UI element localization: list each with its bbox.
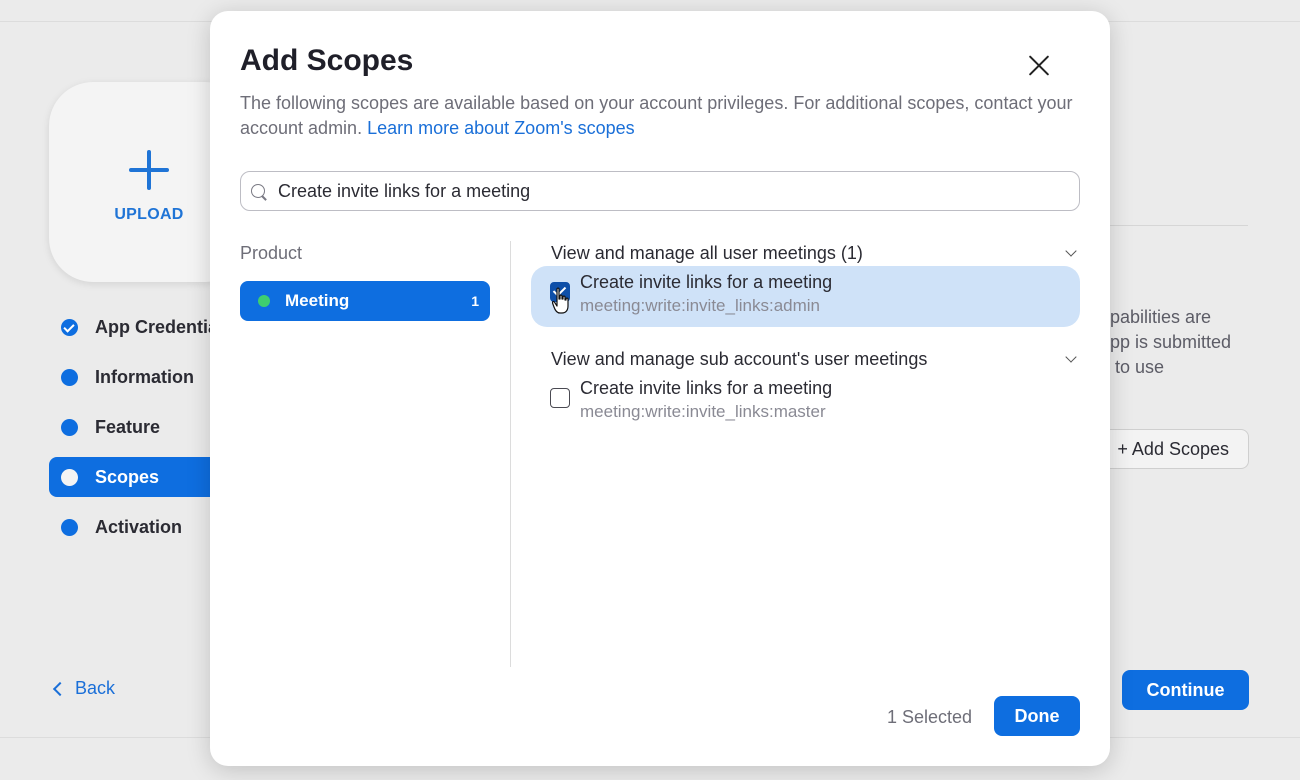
check-circle-icon: [61, 319, 78, 336]
info-line: e to use: [1100, 357, 1165, 377]
dialog-description: The following scopes are available based…: [240, 91, 1080, 141]
scope-group-title[interactable]: View and manage all user meetings (1): [551, 243, 1071, 264]
step-dot-icon: [61, 519, 78, 536]
nav-item-label: Feature: [95, 416, 161, 437]
search-icon: [250, 183, 268, 201]
info-line: app is submitted: [1100, 332, 1232, 352]
product-heading: Product: [240, 243, 303, 263]
pointer-cursor-icon: [552, 287, 569, 314]
status-dot-icon: [258, 295, 270, 307]
scope-row[interactable]: Create invite links for a meeting meetin…: [531, 372, 1080, 433]
product-count-badge: 1: [471, 293, 479, 309]
scope-name: Create invite links for a meeting: [580, 272, 833, 292]
product-name: Meeting: [285, 291, 350, 310]
nav-item-information[interactable]: Information: [49, 357, 219, 397]
learn-more-link[interactable]: Learn more about Zoom's scopes: [367, 118, 635, 138]
nav-item-app-credentials[interactable]: App Credentials: [49, 307, 219, 347]
selected-count: 1 Selected: [887, 707, 973, 727]
nav-item-activation[interactable]: Activation: [49, 507, 219, 547]
step-dot-icon: [61, 469, 78, 486]
close-icon[interactable]: [1026, 53, 1052, 79]
divider: [1100, 225, 1248, 226]
vertical-divider: [510, 241, 511, 667]
dialog-title: Add Scopes: [240, 44, 414, 77]
scope-row[interactable]: Create invite links for a meeting meetin…: [531, 266, 1080, 327]
add-scopes-dialog: Add Scopes The following scopes are avai…: [210, 11, 1110, 766]
plus-icon: [129, 150, 169, 190]
nav-item-label: Activation: [95, 516, 183, 537]
product-item-meeting[interactable]: Meeting 1: [240, 281, 490, 321]
scope-group-title[interactable]: View and manage sub account's user meeti…: [551, 349, 1071, 370]
nav-item-label: Information: [95, 366, 194, 387]
back-label: Back: [75, 678, 116, 698]
nav-item-scopes[interactable]: Scopes: [49, 457, 219, 497]
back-link[interactable]: Back: [52, 678, 115, 699]
info-line: apabilities are: [1100, 307, 1212, 327]
scope-checkbox[interactable]: [550, 388, 570, 408]
chevron-left-icon: [52, 681, 68, 696]
step-dot-icon: [61, 419, 78, 436]
continue-button[interactable]: Continue: [1122, 670, 1249, 710]
scope-code: meeting:write:invite_links:master: [580, 402, 826, 421]
scope-name: Create invite links for a meeting: [580, 378, 833, 398]
scope-code: meeting:write:invite_links:admin: [580, 296, 820, 315]
done-button[interactable]: Done: [994, 696, 1080, 736]
step-dot-icon: [61, 369, 78, 386]
scopes-info-text: apabilities are app is submitted e to us…: [1100, 305, 1300, 380]
search-input[interactable]: Create invite links for a meeting: [240, 171, 1080, 211]
search-value: Create invite links for a meeting: [278, 180, 531, 201]
nav-item-feature[interactable]: Feature: [49, 407, 219, 447]
nav-item-label: Scopes: [95, 466, 160, 487]
step-nav: App Credentials Information Feature Scop…: [49, 307, 219, 557]
nav-item-label: App Credentials: [95, 316, 219, 337]
description-text: The following scopes are available based…: [240, 93, 1073, 138]
